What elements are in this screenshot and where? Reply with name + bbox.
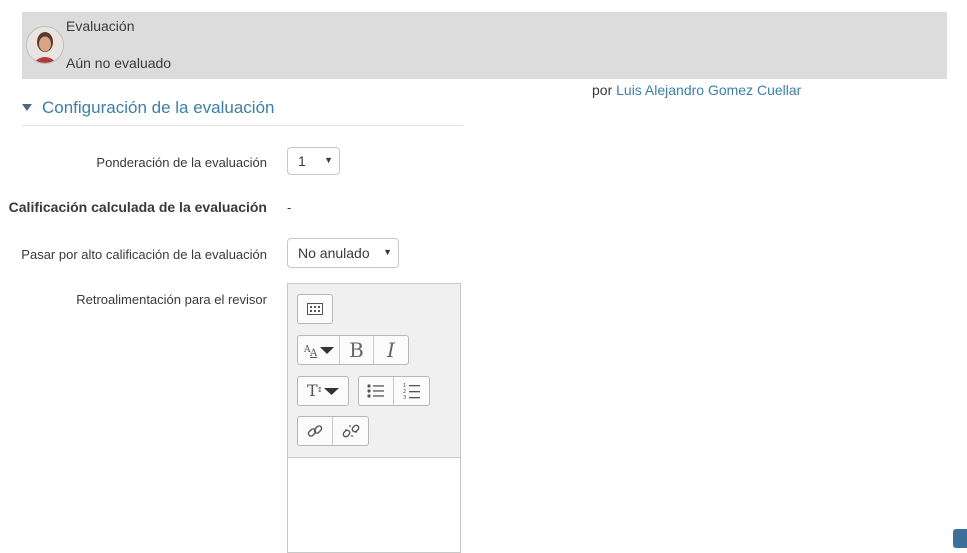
toolbar-group-lists: 1 2 3: [358, 376, 430, 406]
editor-toolbar: A A B I T ↕ 1 2 3: [288, 284, 460, 458]
author-link[interactable]: Luis Alejandro Gomez Cuellar: [616, 82, 801, 98]
chevron-down-icon: ▼: [324, 155, 333, 165]
bold-icon[interactable]: B: [340, 336, 374, 364]
section-title[interactable]: Configuración de la evaluación: [42, 98, 275, 118]
weight-label: Ponderación de la evaluación: [96, 155, 267, 170]
byline-prefix: por: [592, 82, 613, 98]
toolbar-group-style: A A B I: [297, 335, 409, 365]
override-select-value: No anulado: [298, 245, 370, 261]
svg-text:3: 3: [403, 395, 406, 400]
unordered-list-icon[interactable]: [359, 377, 394, 405]
unlink-icon[interactable]: [333, 417, 368, 445]
submission-header: Evaluación Aún no evaluado: [22, 12, 947, 79]
calculated-grade-value: -: [287, 200, 292, 215]
toolbar-group-more: [297, 294, 333, 324]
font-color-icon[interactable]: A A: [298, 336, 340, 364]
override-grade-select[interactable]: No anulado ▼: [287, 238, 399, 268]
side-panel-tab[interactable]: [953, 529, 967, 548]
assessment-settings-section[interactable]: Configuración de la evaluación: [22, 96, 463, 126]
override-grade-label: Pasar por alto calificación de la evalua…: [21, 247, 267, 262]
toolbar-group-paragraph: T ↕: [297, 376, 349, 406]
paragraph-styles-icon[interactable]: T ↕: [298, 377, 348, 405]
show-more-buttons-icon[interactable]: [298, 295, 332, 323]
weight-select[interactable]: 1 ▼: [287, 147, 340, 175]
toolbar-group-links: [297, 416, 369, 446]
ordered-list-icon[interactable]: 1 2 3: [394, 377, 429, 405]
avatar[interactable]: [26, 26, 64, 64]
calculated-grade-label: Calificación calculada de la evaluación: [8, 199, 267, 215]
svg-text:↕: ↕: [317, 386, 323, 394]
assessment-title: Evaluación: [66, 18, 135, 34]
feedback-editor[interactable]: A A B I T ↕ 1 2 3: [287, 283, 461, 553]
svg-text:A: A: [309, 348, 318, 358]
author-byline: por Luis Alejandro Gomez Cuellar: [592, 82, 801, 98]
link-icon[interactable]: [298, 417, 333, 445]
feedback-label: Retroalimentación para el revisor: [76, 292, 267, 307]
chevron-down-icon: ▼: [383, 247, 392, 257]
collapse-caret-icon[interactable]: [22, 104, 32, 111]
grade-status: Aún no evaluado: [66, 55, 172, 71]
italic-icon[interactable]: I: [374, 336, 408, 364]
weight-select-value: 1: [298, 153, 306, 169]
editor-content-area[interactable]: [288, 458, 460, 552]
